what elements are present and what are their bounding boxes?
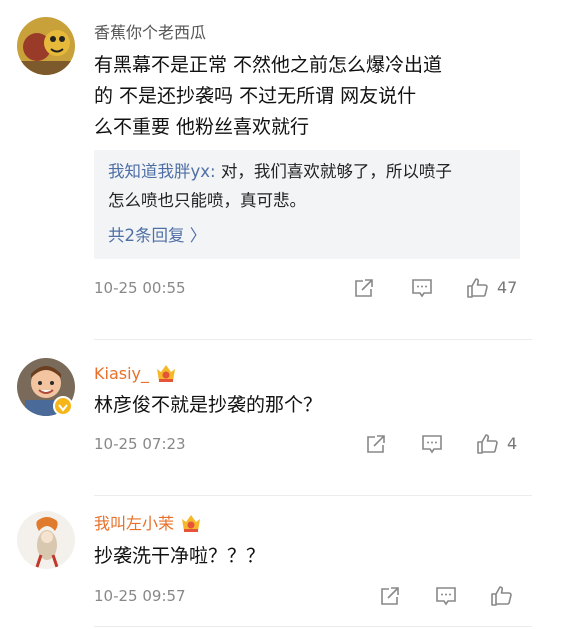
- comment-text-line: 有黑幕不是正常 不然他之前怎么爆冷出道: [94, 54, 443, 76]
- share-icon: [355, 279, 373, 297]
- comment-text: 林彦俊不就是抄袭的那个？: [94, 390, 534, 421]
- comment-meta: 10-25 07:23 4: [94, 432, 532, 456]
- thumbs-up-icon: [467, 278, 488, 298]
- view-replies-link[interactable]: 共2条回复 〉: [108, 223, 508, 249]
- avatar[interactable]: [17, 511, 75, 569]
- comment-time: 10-25 07:23: [94, 435, 186, 453]
- comment-text: 有黑幕不是正常 不然他之前怎么爆冷出道 的 不是还抄袭吗 不过无所谓 网友说什 …: [94, 50, 534, 143]
- comment-username-text: Kiasiy_: [94, 364, 149, 383]
- share-button[interactable]: [378, 584, 402, 608]
- verified-badge-icon: [53, 396, 73, 416]
- divider: [94, 495, 532, 496]
- reply-button[interactable]: [410, 276, 434, 300]
- comment-icon: [422, 435, 442, 454]
- reply-username[interactable]: 我知道我胖yx:: [108, 162, 216, 181]
- avatar-image: [17, 17, 75, 75]
- comment-meta: 10-25 09:57: [94, 584, 532, 608]
- share-button[interactable]: [352, 276, 376, 300]
- comment-meta: 10-25 00:55 47: [94, 276, 532, 300]
- divider: [94, 626, 532, 627]
- comment-time: 10-25 00:55: [94, 279, 186, 297]
- share-icon: [381, 587, 399, 605]
- avatar-image: [17, 511, 75, 569]
- comment-username[interactable]: 我叫左小茉: [94, 513, 202, 534]
- comment-time: 10-25 09:57: [94, 587, 186, 605]
- like-count: 47: [497, 278, 518, 297]
- comment-text-line: 抄袭洗干净啦？？？: [94, 545, 266, 567]
- comment-text-line: 林彦俊不就是抄袭的那个？: [94, 394, 323, 416]
- thumbs-up-icon: [491, 586, 512, 606]
- comment-username[interactable]: Kiasiy_: [94, 363, 177, 384]
- comment-text-line: 的 不是还抄袭吗 不过无所谓 网友说什: [94, 85, 417, 107]
- like-button[interactable]: 47: [466, 276, 517, 300]
- comment-icon: [412, 279, 432, 298]
- crown-badge-icon: [157, 365, 175, 382]
- comment-icon: [436, 587, 456, 606]
- comment-text: 抄袭洗干净啦？？？: [94, 541, 534, 572]
- like-count: 4: [507, 434, 518, 453]
- share-icon: [367, 435, 385, 453]
- divider: [94, 339, 532, 340]
- reply-text-line: 我知道我胖yx: 对，我们喜欢就够了，所以喷子: [108, 157, 508, 186]
- share-button[interactable]: [364, 432, 388, 456]
- reply-button[interactable]: [420, 432, 444, 456]
- avatar[interactable]: [17, 17, 75, 75]
- reply-button[interactable]: [434, 584, 458, 608]
- reply-text: 对，我们喜欢就够了，所以喷子: [215, 162, 452, 181]
- comment-username-text: 我叫左小茉: [94, 514, 175, 533]
- comment-text-line: 么不重要 他粉丝喜欢就行: [94, 116, 310, 138]
- reply-preview[interactable]: 我知道我胖yx: 对，我们喜欢就够了，所以喷子 怎么喷也只能喷，真可悲。 共2条…: [94, 150, 520, 259]
- comment-username[interactable]: 香蕉你个老西瓜: [94, 23, 206, 43]
- reply-text-line: 怎么喷也只能喷，真可悲。: [108, 191, 306, 210]
- crown-badge-icon: [182, 515, 201, 532]
- like-button[interactable]: 4: [476, 432, 517, 456]
- like-button[interactable]: [490, 584, 514, 608]
- thumbs-up-icon: [477, 434, 498, 454]
